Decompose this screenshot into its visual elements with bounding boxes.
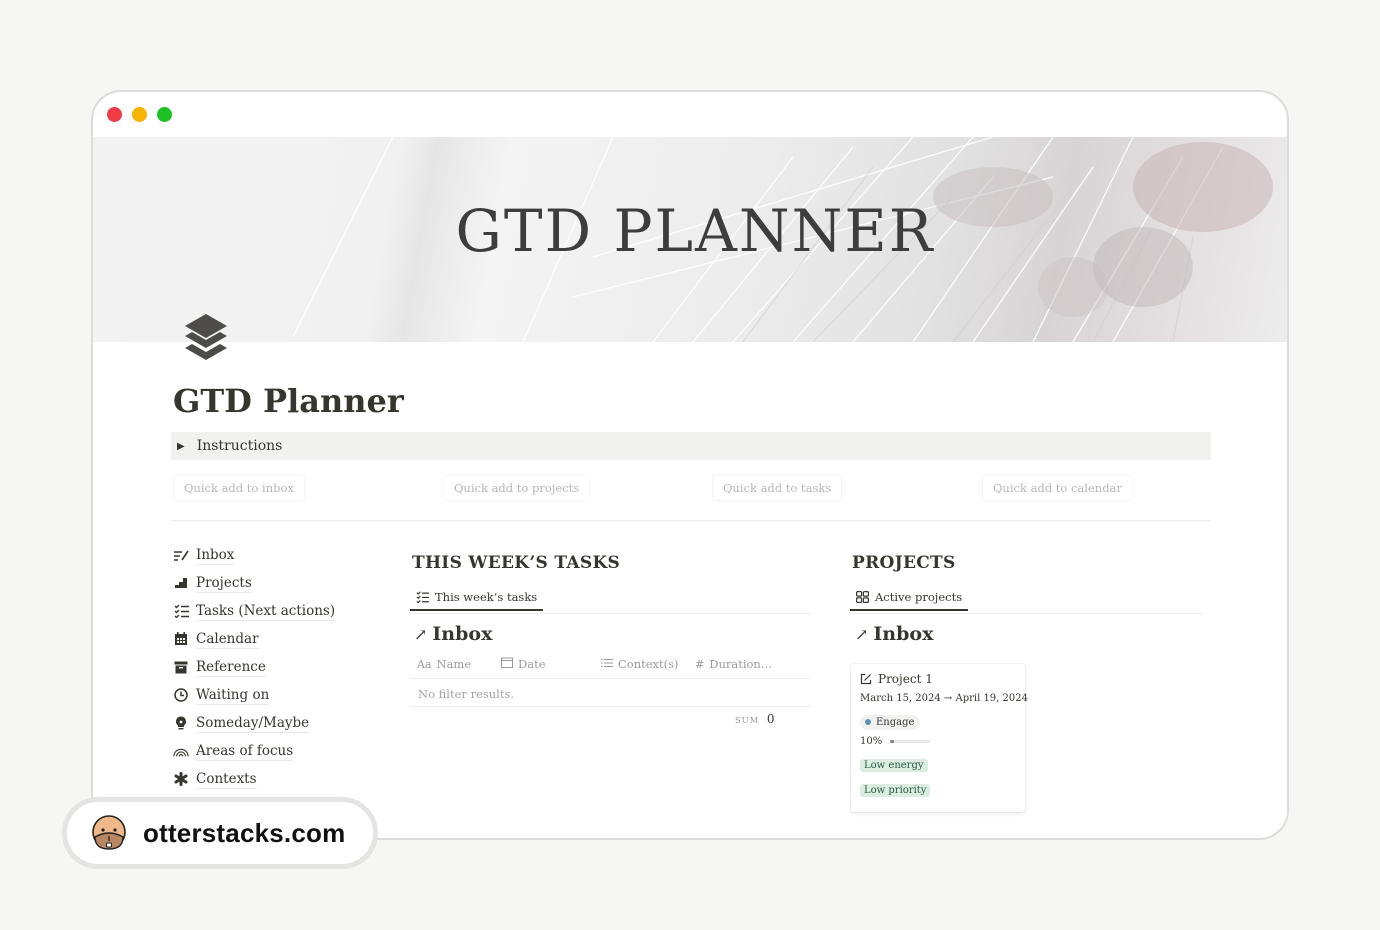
instructions-toggle[interactable]: ▶ Instructions	[171, 432, 1211, 460]
instructions-label: Instructions	[196, 438, 283, 454]
browser-window: GTD PLANNER GTD Planner ▶ Instructions Q…	[91, 90, 1289, 840]
sum-label: SUM	[735, 716, 760, 726]
arrow-up-right-icon: ↗	[414, 624, 428, 644]
progress-bar-fill	[890, 739, 895, 743]
minimize-window-button[interactable]	[132, 107, 147, 122]
nav-item-tasks[interactable]: Tasks (Next actions)	[173, 597, 336, 625]
toggle-triangle-icon[interactable]: ▶	[177, 441, 185, 452]
rainbow-icon	[173, 743, 189, 759]
nav-item-waiting-on[interactable]: Waiting on	[173, 681, 335, 709]
priority-tag: Low priority	[860, 783, 931, 797]
calendar-icon	[173, 631, 189, 647]
tab-rule	[410, 613, 810, 614]
calendar-icon	[501, 657, 513, 671]
nav-item-reference[interactable]: Reference	[173, 653, 335, 681]
progress-label: 10%	[860, 735, 883, 747]
tasks-section-heading: THIS WEEK’S TASKS	[412, 553, 621, 573]
tab-rule	[850, 613, 1202, 614]
page-title: GTD Planner	[173, 382, 404, 420]
column-header-date[interactable]: Date	[501, 657, 546, 671]
list-icon	[601, 658, 613, 671]
asterisk-icon	[173, 771, 189, 787]
watermark-badge[interactable]: otterstacks.com	[62, 797, 378, 869]
watermark-text: otterstacks.com	[143, 817, 346, 848]
project-title: Project 1	[878, 672, 933, 686]
duration-sum[interactable]: SUM 0	[735, 712, 775, 726]
stacked-layers-icon	[185, 314, 227, 360]
close-window-button[interactable]	[107, 107, 122, 122]
cover-image: GTD PLANNER	[93, 137, 1287, 342]
status-badge: Engage	[860, 714, 921, 730]
project-dates: March 15, 2024 → April 19, 2024	[860, 693, 1028, 704]
quick-add-inbox-button[interactable]: Quick add to inbox	[173, 475, 305, 501]
tab-this-weeks-tasks[interactable]: This week’s tasks	[410, 585, 544, 611]
divider	[171, 520, 1211, 521]
lightbulb-icon	[173, 715, 189, 731]
status-dot	[865, 719, 871, 725]
arrow-up-right-icon: ↗	[855, 624, 869, 644]
tasks-db-title-link[interactable]: ↗ Inbox	[414, 623, 492, 645]
title-bar	[93, 92, 1287, 137]
row-rule	[410, 706, 810, 707]
sidebar-nav: Inbox Projects Tasks (Next actions) Cale…	[173, 541, 336, 793]
quick-add-calendar-button[interactable]: Quick add to calendar	[982, 475, 1133, 501]
checklist-icon	[416, 591, 429, 603]
quick-add-projects-button[interactable]: Quick add to projects	[443, 475, 591, 501]
column-header-duration[interactable]: # Duration...	[695, 657, 772, 671]
progress: 10%	[860, 736, 1016, 747]
sum-value: 0	[766, 712, 775, 726]
text-property-icon: Aa	[417, 657, 432, 671]
tab-active-projects[interactable]: Active projects	[850, 585, 969, 611]
nav-item-projects[interactable]: Projects	[173, 569, 335, 597]
edit-icon	[860, 673, 872, 685]
projects-section-heading: PROJECTS	[852, 553, 956, 573]
nav-item-contexts[interactable]: Contexts	[173, 765, 335, 793]
maximize-window-button[interactable]	[157, 107, 172, 122]
column-header-contexts[interactable]: Context(s)	[601, 657, 679, 671]
nav-item-areas-of-focus[interactable]: Areas of focus	[173, 737, 335, 765]
checklist-icon	[173, 603, 189, 619]
header-rule	[410, 678, 810, 679]
column-header-name[interactable]: Aa Name	[417, 657, 471, 671]
otter-avatar-icon	[92, 815, 126, 850]
clock-icon	[173, 687, 189, 703]
empty-state-text: No filter results.	[418, 687, 515, 701]
nav-item-someday-maybe[interactable]: Someday/Maybe	[173, 709, 335, 737]
nav-item-inbox[interactable]: Inbox	[173, 541, 335, 569]
archive-icon	[173, 659, 189, 675]
energy-tag: Low energy	[860, 758, 928, 772]
inbox-pen-icon	[173, 547, 189, 563]
gallery-grid-icon	[856, 591, 869, 603]
nav-item-calendar[interactable]: Calendar	[173, 625, 335, 653]
quick-add-tasks-button[interactable]: Quick add to tasks	[712, 475, 843, 501]
project-card[interactable]: Project 1 March 15, 2024 → April 19, 202…	[851, 664, 1028, 812]
projects-db-title-link[interactable]: ↗ Inbox	[855, 623, 933, 645]
cover-title: GTD PLANNER	[455, 197, 935, 265]
progress-bar	[890, 739, 931, 743]
stairs-icon	[173, 575, 189, 591]
number-property-icon: #	[695, 657, 705, 671]
